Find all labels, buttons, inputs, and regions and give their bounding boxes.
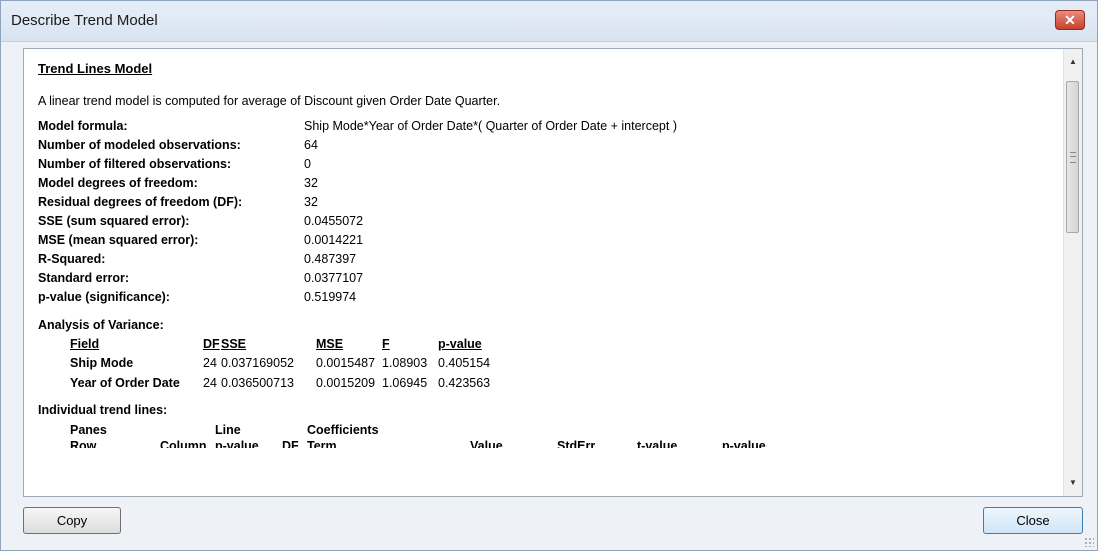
anova-pvalue: 0.405154: [438, 356, 491, 371]
copy-button[interactable]: Copy: [23, 507, 121, 534]
stat-label: Model formula:: [38, 118, 128, 133]
report-panel: Trend Lines Model A linear trend model i…: [23, 48, 1083, 497]
stat-label: Residual degrees of freedom (DF):: [38, 194, 243, 209]
trend-col-coefficients: Coefficients: [307, 422, 379, 437]
stat-row: Model formula: Ship Mode*Year of Order Da…: [38, 116, 677, 135]
anova-mse: 0.0015487: [316, 356, 376, 371]
subheader-value: Value: [470, 439, 503, 449]
title-bar[interactable]: Describe Trend Model ✕: [1, 1, 1097, 42]
stat-label: R-Squared:: [38, 252, 106, 267]
anova-title: Analysis of Variance:: [38, 317, 164, 332]
grip-icon: [1070, 152, 1076, 163]
stat-row: Number of modeled observations: 64: [38, 135, 677, 154]
stat-value: 0.0455072: [304, 214, 364, 229]
subheader-df: DF: [282, 439, 299, 449]
stat-row: p-value (significance): 0.519974: [38, 288, 677, 307]
stat-value: 0.519974: [304, 290, 357, 305]
subheader-line-pvalue: p-value: [215, 439, 259, 449]
anova-col-sse: SSE: [221, 337, 247, 352]
anova-row: Ship Mode 24 0.037169052 0.0015487 1.089…: [70, 354, 490, 373]
subheader-term: Term: [307, 439, 337, 449]
anova-field: Ship Mode: [70, 356, 134, 371]
anova-col-field: Field: [70, 337, 100, 352]
stat-row: Residual degrees of freedom (DF): 32: [38, 192, 677, 211]
scrollbar-thumb[interactable]: [1066, 81, 1079, 233]
stat-label: Number of filtered observations:: [38, 156, 232, 171]
stat-value: 32: [304, 175, 318, 190]
stat-label: Number of modeled observations:: [38, 137, 241, 152]
trend-col-line: Line: [215, 422, 241, 437]
window-title: Describe Trend Model: [11, 12, 158, 29]
stat-row: Model degrees of freedom: 32: [38, 173, 677, 192]
stat-row: R-Squared: 0.487397: [38, 250, 677, 269]
anova-df: 24: [203, 375, 217, 390]
anova-mse: 0.0015209: [316, 375, 376, 390]
stat-row: SSE (sum squared error): 0.0455072: [38, 211, 677, 230]
anova-sse: 0.037169052: [221, 356, 294, 371]
stat-row: Standard error: 0.0377107: [38, 269, 677, 288]
stat-row: MSE (mean squared error): 0.0014221: [38, 231, 677, 250]
subheader-tvalue: t-value: [637, 439, 678, 449]
anova-pvalue: 0.423563: [438, 375, 491, 390]
trend-col-panes: Panes: [70, 422, 107, 437]
anova-sse: 0.036500713: [221, 375, 294, 390]
trend-lines-title: Individual trend lines:: [38, 403, 168, 418]
subheader-row: Row: [70, 439, 97, 449]
anova-table: Field DF SSE MSE F p-value Ship Mode 24 …: [70, 335, 490, 392]
stat-label: Standard error:: [38, 271, 129, 286]
stat-value: 0: [304, 156, 311, 171]
trend-subheader-row-clipped: Row Column p-value DF Term Value StdErr …: [70, 439, 1042, 448]
stat-label: p-value (significance):: [38, 290, 170, 305]
anova-col-df: DF: [203, 337, 220, 352]
anova-col-pvalue: p-value: [438, 337, 482, 352]
anova-f: 1.08903: [382, 356, 428, 371]
scroll-down-icon[interactable]: ▼: [1064, 474, 1082, 492]
subheader-stderr: StdErr: [557, 439, 596, 449]
report-content: Trend Lines Model A linear trend model i…: [38, 61, 1042, 448]
anova-row: Year of Order Date 24 0.036500713 0.0015…: [70, 373, 490, 392]
close-button[interactable]: Close: [983, 507, 1083, 534]
stat-row: Number of filtered observations: 0: [38, 154, 677, 173]
anova-col-mse: MSE: [316, 337, 344, 352]
scroll-up-icon[interactable]: ▲: [1064, 53, 1082, 71]
stat-value: 0.0377107: [304, 271, 364, 286]
stat-label: SSE (sum squared error):: [38, 214, 190, 229]
anova-df: 24: [203, 356, 217, 371]
stat-value: 0.0014221: [304, 233, 364, 248]
report-heading: Trend Lines Model: [38, 61, 153, 76]
model-stats-table: Model formula: Ship Mode*Year of Order Da…: [38, 116, 677, 307]
trend-group-header-row: Panes Line Coefficients: [70, 420, 379, 439]
subheader-coef-pvalue: p-value: [722, 439, 766, 449]
stat-value: 64: [304, 137, 318, 152]
resize-grip-icon[interactable]: [1084, 537, 1094, 547]
trend-lines-header: Panes Line Coefficients: [70, 420, 379, 439]
vertical-scrollbar[interactable]: ▲ ▼: [1063, 49, 1082, 496]
describe-trend-model-dialog: Describe Trend Model ✕ Trend Lines Model…: [0, 0, 1098, 551]
stat-value: Ship Mode*Year of Order Date*( Quarter o…: [304, 118, 677, 133]
stat-label: Model degrees of freedom:: [38, 175, 198, 190]
report-intro: A linear trend model is computed for ave…: [38, 94, 501, 108]
anova-col-f: F: [382, 337, 390, 352]
anova-header-row: Field DF SSE MSE F p-value: [70, 335, 490, 354]
stat-value: 0.487397: [304, 252, 357, 267]
stat-value: 32: [304, 194, 318, 209]
stat-label: MSE (mean squared error):: [38, 233, 199, 248]
anova-field: Year of Order Date: [70, 375, 180, 390]
subheader-column: Column: [160, 439, 207, 449]
anova-f: 1.06945: [382, 375, 428, 390]
close-icon[interactable]: ✕: [1055, 10, 1085, 30]
